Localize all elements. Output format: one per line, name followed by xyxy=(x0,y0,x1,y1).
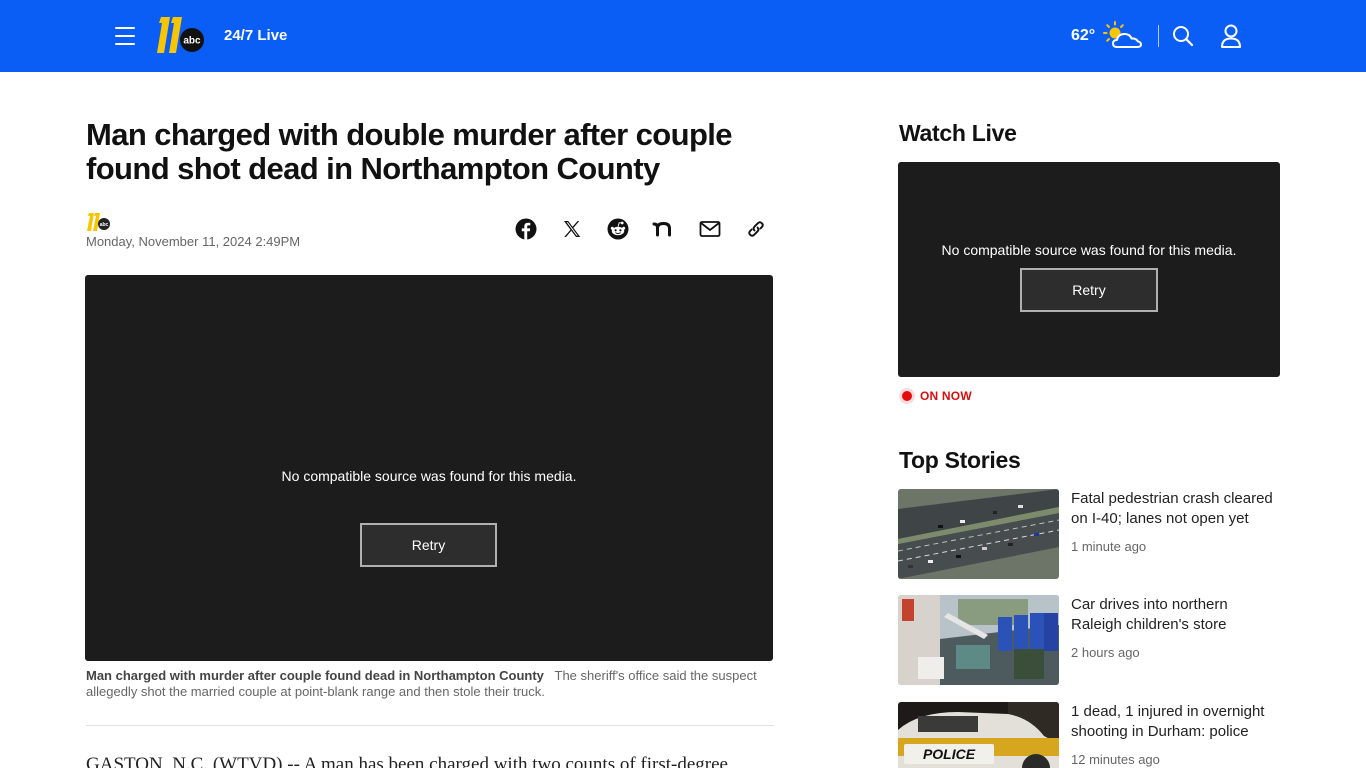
nextdoor-icon xyxy=(652,222,671,237)
retry-button[interactable]: Retry xyxy=(360,523,497,567)
top-story-item[interactable]: Car drives into northern Raleigh childre… xyxy=(898,595,1280,685)
story-timestamp: 2 hours ago xyxy=(1071,645,1140,660)
svg-text:abc: abc xyxy=(100,222,109,228)
top-story-item[interactable]: Fatal pedestrian crash cleared on I-40; … xyxy=(898,489,1280,579)
video-caption: Man charged with murder after couple fou… xyxy=(86,668,766,700)
account-icon[interactable] xyxy=(1220,24,1242,48)
svg-text:abc: abc xyxy=(183,36,201,47)
on-now-label: ON NOW xyxy=(920,389,972,403)
story-timestamp: 1 minute ago xyxy=(1071,539,1147,554)
svg-text:POLICE: POLICE xyxy=(923,746,976,762)
menu-icon[interactable] xyxy=(113,25,137,47)
live-player-error-message: No compatible source was found for this … xyxy=(941,242,1237,258)
top-stories-title: Top Stories xyxy=(899,447,1021,473)
live-retry-button[interactable]: Retry xyxy=(1020,268,1158,312)
search-icon[interactable] xyxy=(1172,25,1194,47)
abc11-logo[interactable]: abc xyxy=(153,15,207,55)
section-divider xyxy=(86,725,774,726)
article-dateline: Monday, November 11, 2024 2:49PM xyxy=(86,234,301,249)
story-timestamp: 12 minutes ago xyxy=(1071,752,1160,767)
share-reddit-button[interactable] xyxy=(606,217,630,241)
live-video-player[interactable]: No compatible source was found for this … xyxy=(898,162,1280,377)
share-facebook-button[interactable] xyxy=(514,217,538,241)
partly-cloudy-icon[interactable] xyxy=(1102,20,1144,52)
story-headline[interactable]: Fatal pedestrian crash cleared on I-40; … xyxy=(1071,489,1281,529)
share-x-button[interactable] xyxy=(560,217,584,241)
article-headline: Man charged with double murder after cou… xyxy=(86,117,733,186)
story-headline[interactable]: 1 dead, 1 injured in overnight shooting … xyxy=(1071,702,1281,742)
article-body: GASTON, N.C. (WTVD) -- A man has been ch… xyxy=(86,754,728,768)
story-thumbnail-police-car[interactable]: POLICE xyxy=(898,702,1059,768)
copy-link-button[interactable] xyxy=(744,217,768,241)
x-icon xyxy=(564,221,581,237)
story-thumbnail-store-damage[interactable] xyxy=(898,595,1059,685)
caption-title: Man charged with murder after couple fou… xyxy=(86,668,544,683)
share-nextdoor-button[interactable] xyxy=(652,217,676,241)
article-video-player[interactable]: No compatible source was found for this … xyxy=(85,275,773,661)
live-stream-link[interactable]: 24/7 Live xyxy=(224,26,287,46)
story-thumbnail-highway-crash[interactable] xyxy=(898,489,1059,579)
watch-live-title: Watch Live xyxy=(899,120,1017,146)
top-navigation-bar: abc 24/7 Live 62° xyxy=(0,0,1366,72)
facebook-icon xyxy=(515,218,537,240)
live-dot-icon xyxy=(902,391,912,401)
byline-station-logo: abc xyxy=(87,213,110,231)
reddit-icon xyxy=(607,218,629,240)
link-icon xyxy=(748,221,764,237)
email-icon xyxy=(699,221,721,237)
player-error-message: No compatible source was found for this … xyxy=(281,468,577,484)
story-headline[interactable]: Car drives into northern Raleigh childre… xyxy=(1071,595,1281,635)
on-now-indicator[interactable]: ON NOW xyxy=(902,389,972,403)
share-email-button[interactable] xyxy=(698,217,722,241)
temperature-readout[interactable]: 62° xyxy=(1071,26,1095,46)
top-story-item[interactable]: POLICE 1 dead, 1 injured in overnight sh… xyxy=(898,702,1280,768)
header-divider xyxy=(1158,25,1159,47)
